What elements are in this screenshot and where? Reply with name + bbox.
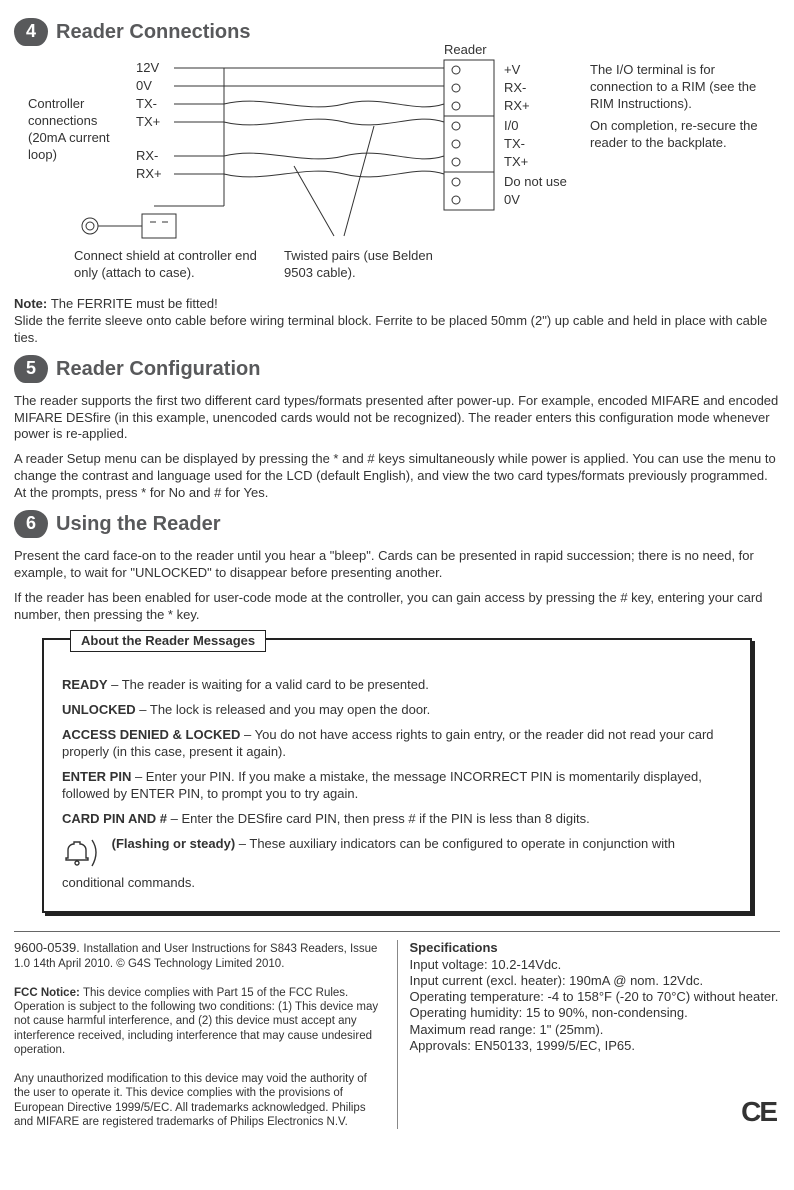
ferrite-note: Note: The FERRITE must be fitted! Slide … — [14, 296, 780, 347]
msg-card: CARD PIN AND # – Enter the DESfire card … — [62, 811, 732, 828]
spec-0: Input voltage: 10.2-14Vdc. — [410, 957, 562, 972]
rpin-txp: TX+ — [504, 154, 528, 171]
section-5-number: 5 — [14, 355, 48, 383]
msg-denied-b: ACCESS DENIED & LOCKED — [62, 727, 240, 742]
section-6-number: 6 — [14, 510, 48, 538]
footer-left: 9600-0539. Installation and User Instruc… — [14, 940, 385, 1129]
note-body: Slide the ferrite sleeve onto cable befo… — [14, 313, 767, 345]
msg-unlocked-t: – The lock is released and you may open … — [136, 702, 431, 717]
section-4-header: 4 Reader Connections — [14, 18, 780, 46]
spec-3: Operating humidity: 15 to 90%, non-conde… — [410, 1005, 688, 1020]
pin-txm: TX- — [136, 96, 157, 113]
rpin-0v: 0V — [504, 192, 520, 209]
msg-flash-b: (Flashing or steady) — [112, 836, 236, 851]
section-5-title: Reader Configuration — [56, 356, 780, 382]
msg-pin-t: – Enter your PIN. If you make a mistake,… — [62, 769, 702, 801]
pin-rxm: RX- — [136, 148, 158, 165]
msg-pin-b: ENTER PIN — [62, 769, 131, 784]
pin-rxp: RX+ — [136, 166, 162, 183]
s5-p2: A reader Setup menu can be displayed by … — [14, 451, 780, 502]
pin-txp: TX+ — [136, 114, 160, 131]
rpin-v: +V — [504, 62, 520, 79]
msg-flash: (Flashing or steady) – These auxiliary i… — [62, 836, 732, 892]
msg-unlocked-b: UNLOCKED — [62, 702, 136, 717]
rpin-io: I/0 — [504, 118, 518, 135]
note-bold: The FERRITE must be fitted! — [51, 296, 218, 311]
spec-2: Operating temperature: -4 to 158°F (-20 … — [410, 989, 779, 1004]
msg-denied: ACCESS DENIED & LOCKED – You do not have… — [62, 727, 732, 761]
rpin-rxm: RX- — [504, 80, 526, 97]
connection-diagram: 12V 0V TX- TX+ RX- RX+ Controller connec… — [14, 56, 780, 286]
s6-p2: If the reader has been enabled for user-… — [14, 590, 780, 624]
ce-mark-icon: CE — [741, 1094, 776, 1129]
messages-box: About the Reader Messages READY – The re… — [42, 638, 752, 914]
rpin-txm: TX- — [504, 136, 525, 153]
msg-unlocked: UNLOCKED – The lock is released and you … — [62, 702, 732, 719]
s6-p1: Present the card face-on to the reader u… — [14, 548, 780, 582]
fcc-b: FCC Notice: — [14, 987, 83, 999]
section-4-number: 4 — [14, 18, 48, 46]
rpin-rxp: RX+ — [504, 98, 530, 115]
rpin-nouse: Do not use — [504, 174, 567, 191]
spec-4: Maximum read range: 1" (25mm). — [410, 1022, 604, 1037]
section-6-title: Using the Reader — [56, 511, 780, 537]
footer: 9600-0539. Installation and User Instruc… — [14, 940, 780, 1129]
msg-ready-b: READY — [62, 677, 108, 692]
section-4-title: Reader Connections — [56, 19, 780, 45]
bell-icon — [62, 836, 102, 875]
twist-note: Twisted pairs (use Belden 9503 cable). — [284, 248, 444, 282]
mod-text: Any unauthorized modification to this de… — [14, 1073, 367, 1128]
msg-ready-t: – The reader is waiting for a valid card… — [108, 677, 429, 692]
footer-divider — [14, 931, 780, 932]
s5-p1: The reader supports the first two differ… — [14, 393, 780, 444]
pin-0v: 0V — [136, 78, 152, 95]
spec-1: Input current (excl. heater): 190mA @ no… — [410, 973, 704, 988]
spec-5: Approvals: EN50133, 1999/5/EC, IP65. — [410, 1038, 635, 1053]
secure-note: On completion, re-secure the reader to t… — [590, 118, 790, 152]
msg-card-b: CARD PIN AND # — [62, 811, 167, 826]
section-5-header: 5 Reader Configuration — [14, 355, 780, 383]
msg-pin: ENTER PIN – Enter your PIN. If you make … — [62, 769, 732, 803]
msg-card-t: – Enter the DESfire card PIN, then press… — [167, 811, 590, 826]
section-6-header: 6 Using the Reader — [14, 510, 780, 538]
messages-box-title: About the Reader Messages — [70, 630, 266, 653]
pin-12v: 12V — [136, 60, 159, 77]
controller-label: Controller connections (20mA current loo… — [28, 96, 138, 164]
shield-note: Connect shield at controller end only (a… — [74, 248, 274, 282]
specs-heading: Specifications — [410, 940, 498, 955]
doc-number: 9600-0539. — [14, 940, 83, 955]
reader-label: Reader — [444, 42, 487, 59]
footer-specs: Specifications Input voltage: 10.2-14Vdc… — [397, 940, 781, 1129]
note-lead: Note: — [14, 296, 51, 311]
io-note: The I/O terminal is for connection to a … — [590, 62, 780, 113]
msg-ready: READY – The reader is waiting for a vali… — [62, 677, 732, 694]
